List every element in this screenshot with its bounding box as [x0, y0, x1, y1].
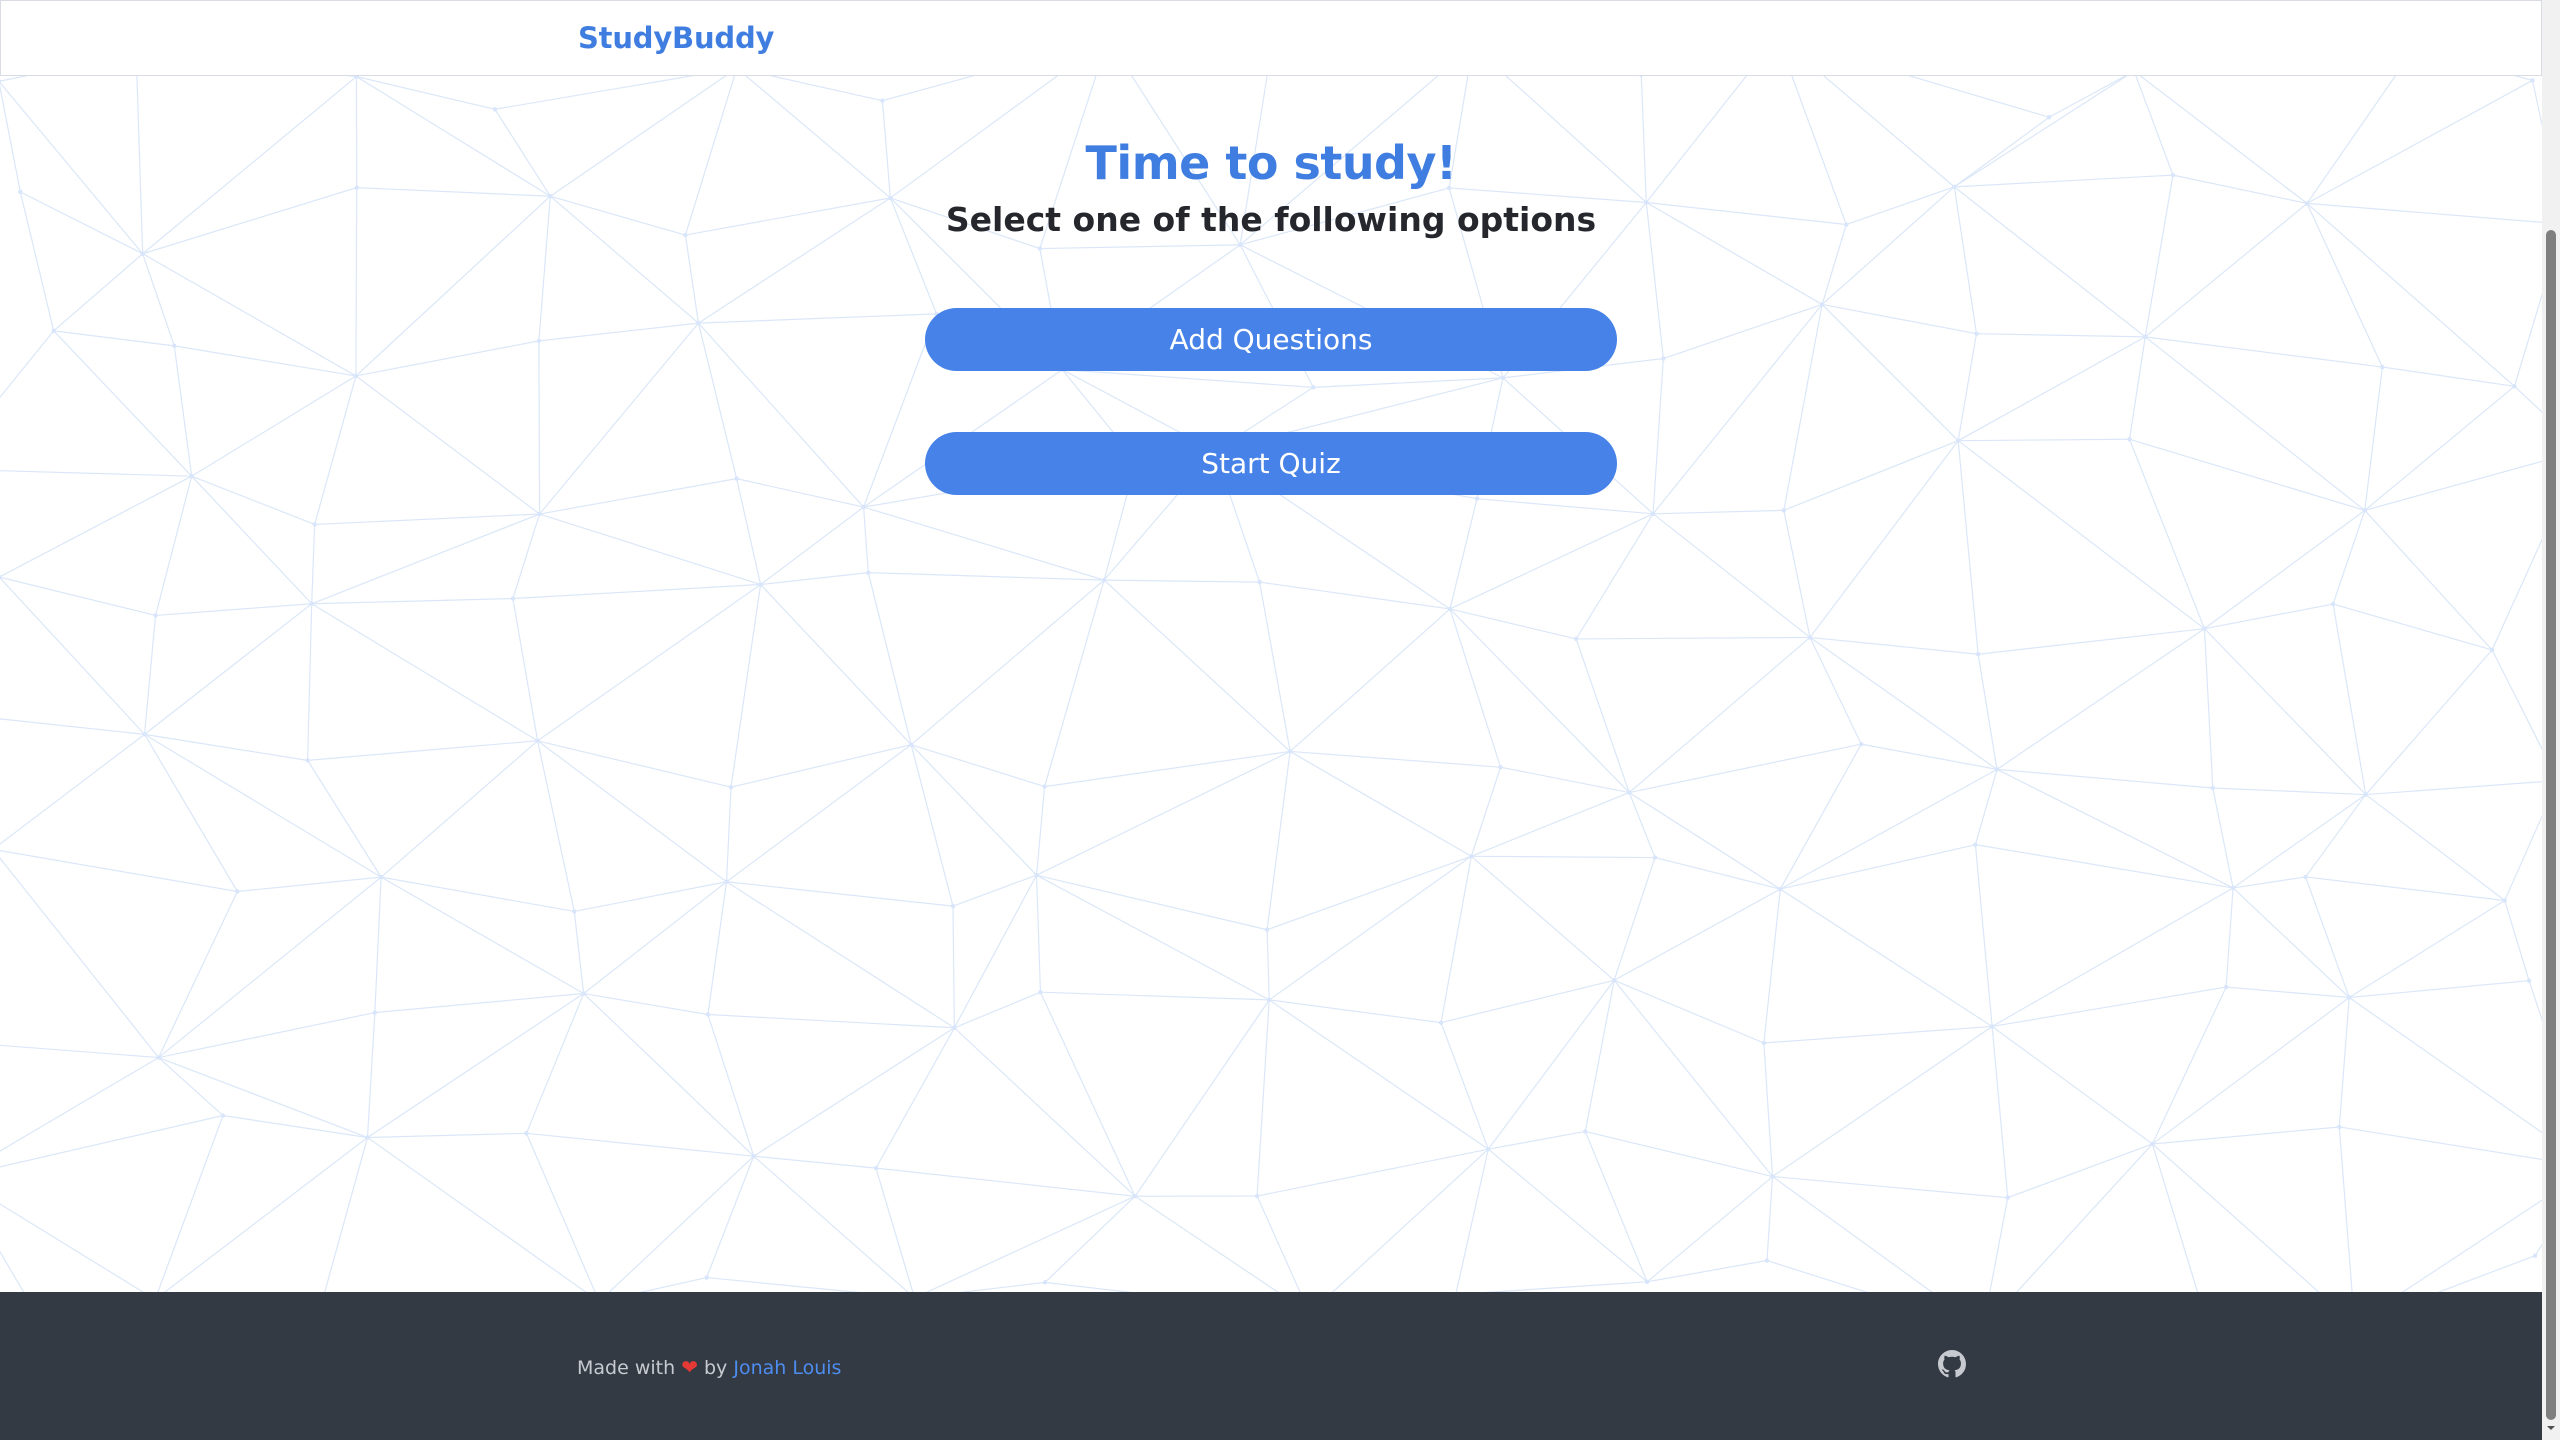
- page-subtitle: Select one of the following options: [945, 200, 1597, 239]
- author-link[interactable]: Jonah Louis: [733, 1357, 841, 1379]
- footer: Made with ❤ by Jonah Louis: [0, 1292, 2542, 1440]
- brand-logo[interactable]: StudyBuddy: [578, 21, 774, 55]
- page-title: Time to study!: [1085, 136, 1457, 190]
- chevron-down-icon[interactable]: [2546, 1423, 2556, 1433]
- page: StudyBuddy Time to study! Select one of …: [0, 0, 2560, 1440]
- add-questions-button[interactable]: Add Questions: [925, 308, 1617, 371]
- viewport: StudyBuddy Time to study! Select one of …: [0, 0, 2542, 1440]
- heart-icon: ❤: [681, 1355, 698, 1379]
- start-quiz-button[interactable]: Start Quiz: [925, 432, 1617, 495]
- by-text: by: [704, 1357, 728, 1379]
- github-icon[interactable]: [1938, 1350, 1966, 1378]
- main-content: Time to study! Select one of the followi…: [0, 76, 2542, 1292]
- footer-credit: Made with ❤ by Jonah Louis: [577, 1355, 841, 1379]
- made-with-text: Made with: [577, 1357, 676, 1379]
- scrollbar-thumb[interactable]: [2546, 230, 2556, 1420]
- navbar: StudyBuddy: [0, 0, 2542, 76]
